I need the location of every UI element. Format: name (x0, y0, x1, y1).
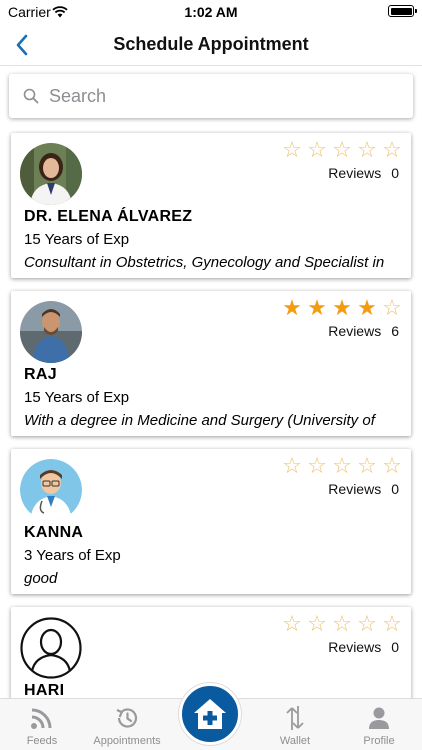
history-icon (87, 705, 167, 731)
tab-label: Appointments (93, 735, 161, 747)
doctor-card[interactable]: ☆ ☆ ☆ ☆ ☆ Reviews 0 DR. ELENA ÁLVAREZ 15 Year… (11, 133, 411, 278)
rating-stars: ☆ ☆ ☆ ☆ ☆ (281, 138, 403, 162)
rss-icon (2, 705, 82, 731)
star-filled-icon: ★ (307, 295, 327, 320)
star-empty-icon: ☆ (357, 453, 377, 478)
tab-label: Feeds (26, 735, 58, 747)
rating-stars: ☆ ☆ ☆ ☆ ☆ (281, 454, 403, 478)
tab-feeds[interactable]: Feeds (2, 705, 82, 747)
doctor-name: RAJ (24, 366, 57, 383)
tab-profile[interactable]: Profile (339, 705, 419, 747)
reviews-label: Reviews (328, 639, 382, 655)
reviews-label: Reviews (328, 165, 382, 181)
star-empty-icon: ☆ (307, 137, 327, 162)
doctor-card[interactable]: ☆ ☆ ☆ ☆ ☆ Reviews 0 KANNA 3 Years of Exp good (11, 449, 411, 594)
star-empty-icon: ☆ (332, 137, 352, 162)
status-bar: Carrier 1:02 AM (0, 0, 422, 24)
reviews: Reviews 0 (328, 165, 399, 181)
doctor-experience: 15 Years of Exp (24, 389, 130, 406)
star-empty-icon: ☆ (307, 453, 327, 478)
reviews-count: 0 (391, 481, 399, 497)
center-home-button[interactable] (179, 683, 241, 745)
rating-stars: ☆ ☆ ☆ ☆ ☆ (281, 612, 403, 636)
star-empty-icon: ☆ (382, 295, 402, 320)
doctor-description: With a degree in Medicine and Surgery (U… (24, 412, 375, 429)
star-empty-icon: ☆ (332, 611, 352, 636)
tab-wallet[interactable]: Wallet (255, 705, 335, 747)
navigation-bar: Schedule Appointment (0, 24, 422, 66)
search-input[interactable] (49, 85, 389, 107)
person-icon (339, 705, 419, 731)
transfer-arrows-icon (255, 705, 335, 731)
reviews: Reviews 0 (328, 639, 399, 655)
doctor-description: good (24, 570, 58, 587)
battery-icon (388, 5, 417, 17)
star-empty-icon: ☆ (282, 611, 302, 636)
reviews-count: 0 (391, 639, 399, 655)
reviews-count: 0 (391, 165, 399, 181)
reviews-count: 6 (391, 323, 399, 339)
doctor-experience: 3 Years of Exp (24, 547, 121, 564)
star-empty-icon: ☆ (357, 611, 377, 636)
search-bar[interactable] (9, 74, 413, 118)
reviews-label: Reviews (328, 323, 382, 339)
doctor-experience: 15 Years of Exp (24, 231, 130, 248)
doctor-card[interactable]: ★ ★ ★ ★ ☆ Reviews 6 RAJ 15 Years of Exp With … (11, 291, 411, 436)
doctor-avatar (20, 301, 82, 363)
star-empty-icon: ☆ (382, 611, 402, 636)
doctor-avatar (20, 617, 82, 679)
doctor-description: Consultant in Obstetrics, Gynecology and… (24, 254, 385, 271)
reviews: Reviews 6 (328, 323, 399, 339)
star-empty-icon: ☆ (382, 453, 402, 478)
star-empty-icon: ☆ (307, 611, 327, 636)
rating-stars: ★ ★ ★ ★ ☆ (281, 296, 403, 320)
page-title: Schedule Appointment (113, 34, 309, 54)
star-filled-icon: ★ (282, 295, 302, 320)
star-filled-icon: ★ (332, 295, 352, 320)
doctor-avatar (20, 143, 82, 205)
tab-appointments[interactable]: Appointments (87, 705, 167, 747)
status-time: 1:02 AM (184, 4, 238, 20)
star-empty-icon: ☆ (282, 137, 302, 162)
doctor-avatar (20, 459, 82, 521)
star-filled-icon: ★ (357, 295, 377, 320)
reviews: Reviews 0 (328, 481, 399, 497)
search-icon (23, 87, 41, 105)
star-empty-icon: ☆ (332, 453, 352, 478)
star-empty-icon: ☆ (382, 137, 402, 162)
doctor-name: KANNA (24, 524, 84, 541)
star-empty-icon: ☆ (282, 453, 302, 478)
tab-label: Profile (363, 735, 395, 747)
tab-label: Wallet (279, 735, 311, 747)
medical-home-icon (194, 699, 226, 729)
reviews-label: Reviews (328, 481, 382, 497)
doctor-name: DR. ELENA ÁLVAREZ (24, 208, 193, 225)
star-empty-icon: ☆ (357, 137, 377, 162)
